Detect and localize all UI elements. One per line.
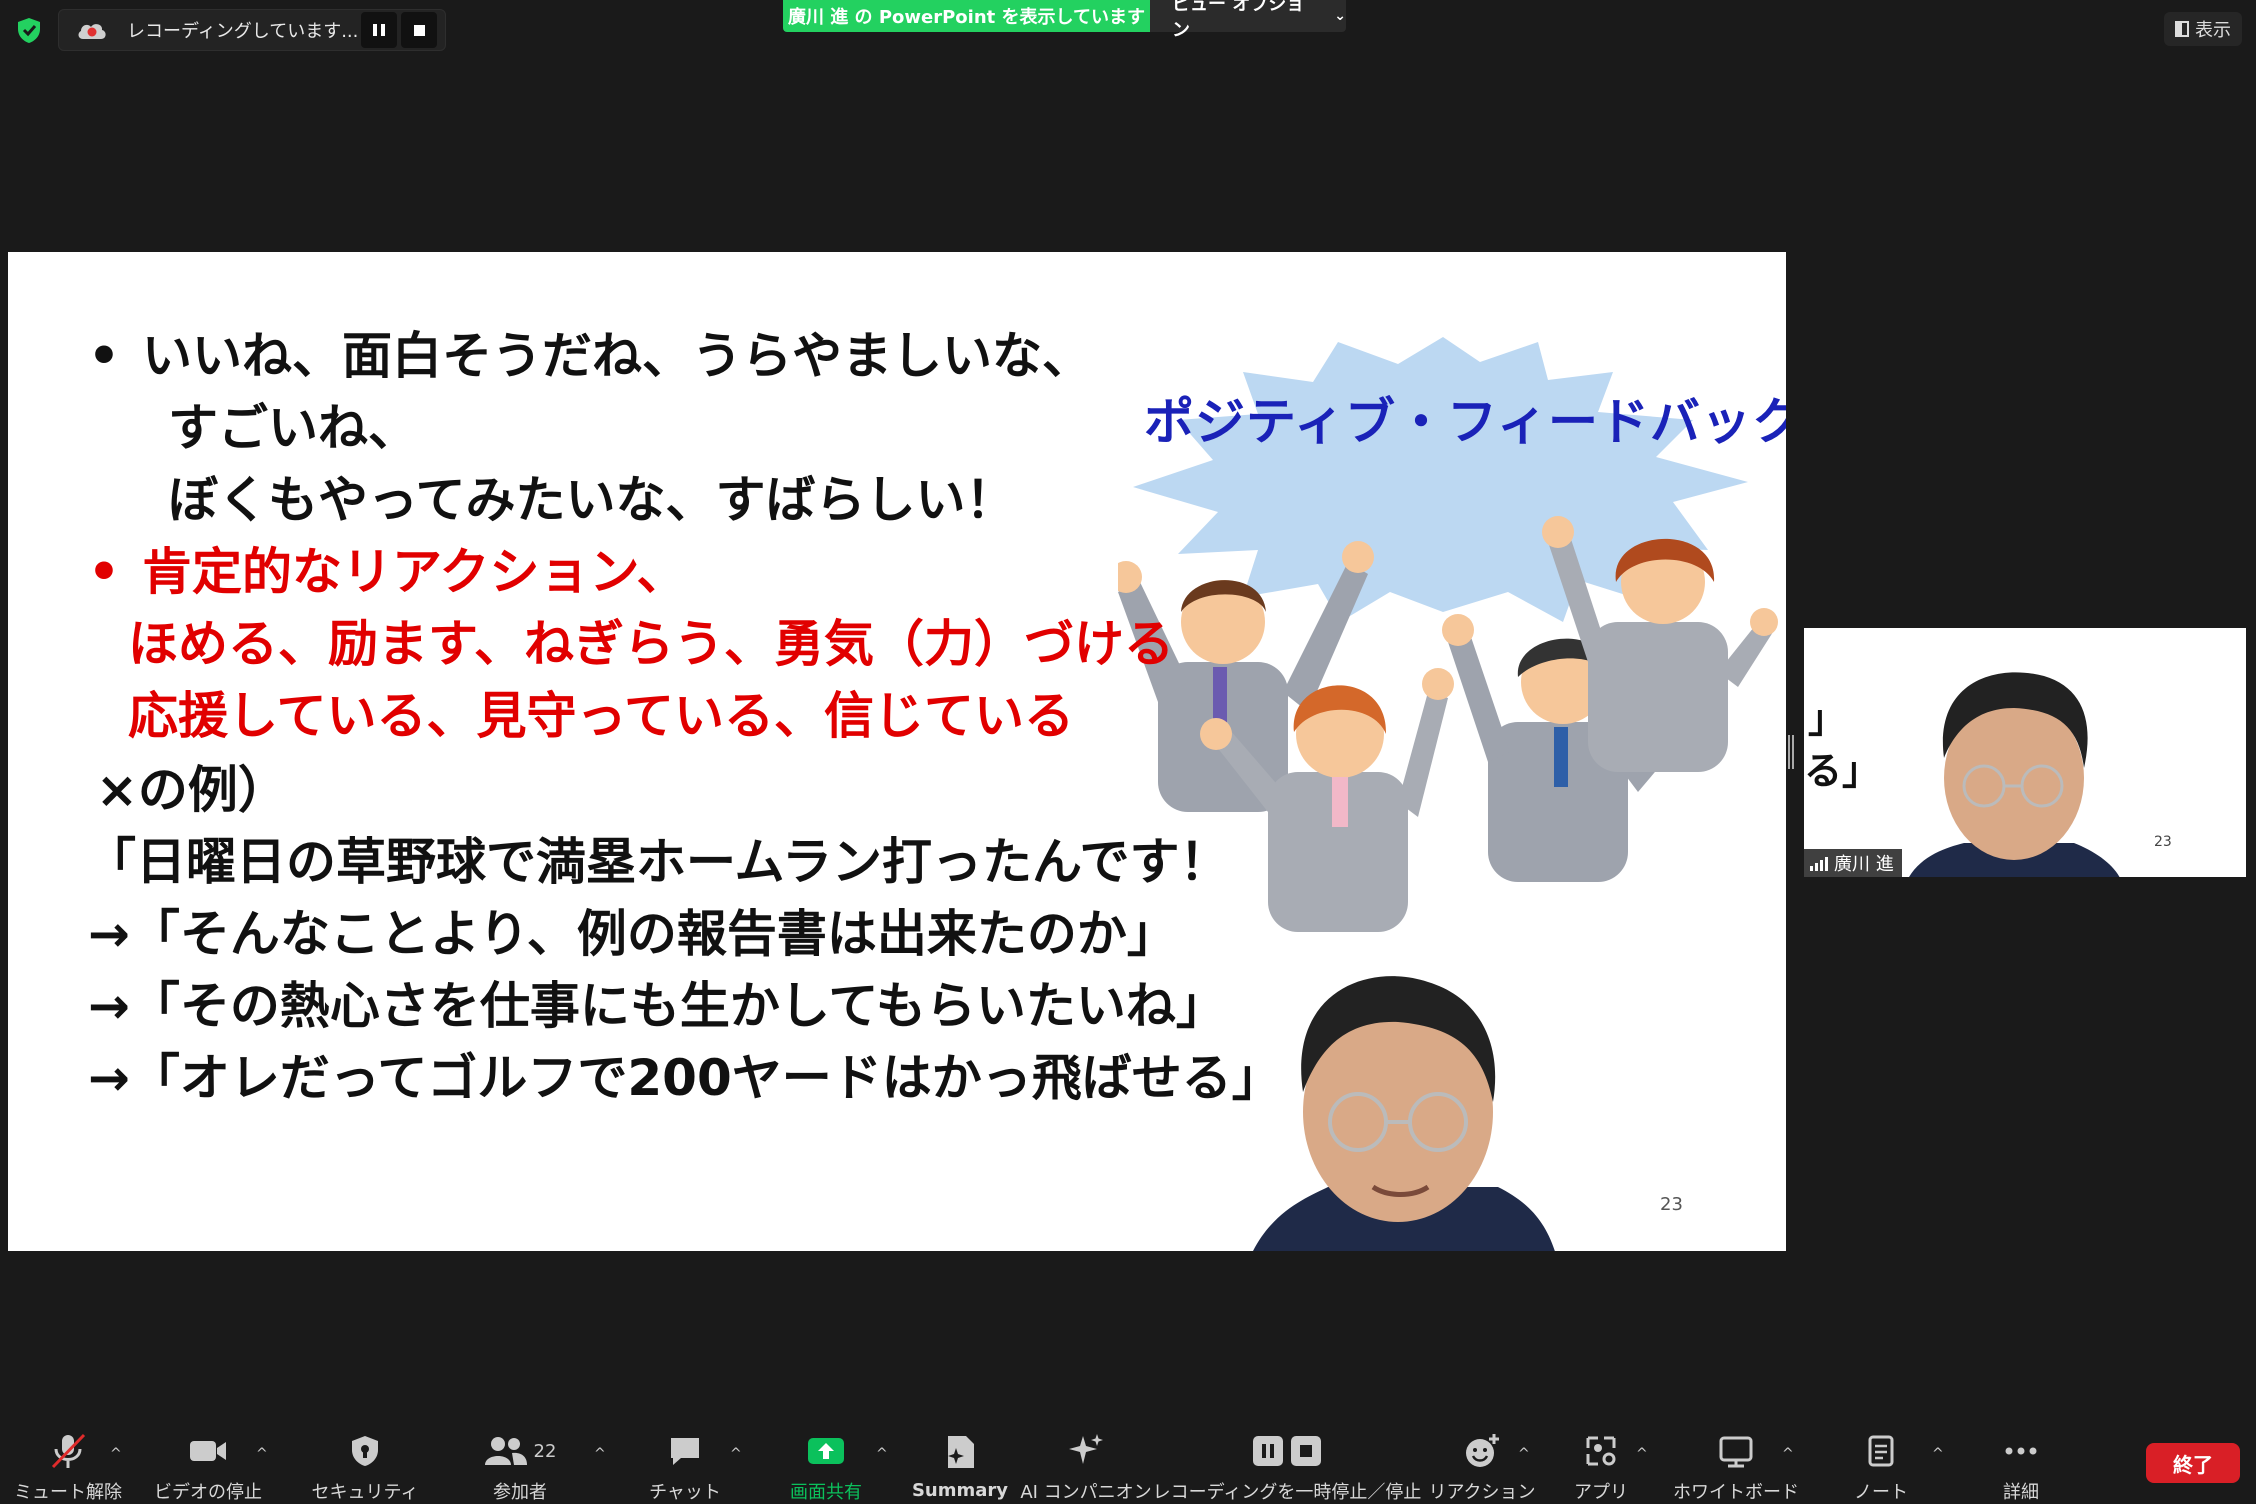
stop-video-label: ビデオの停止 [154, 1482, 262, 1503]
pause-recording-button[interactable] [361, 12, 397, 48]
notes-icon [1868, 1435, 1894, 1467]
bullet-red: • [88, 543, 120, 601]
apps-icon [1586, 1436, 1616, 1466]
recording-indicator: レコーディングしています... [58, 9, 446, 51]
more-button[interactable]: 詳細 [1976, 1408, 2066, 1504]
sidebar-view-icon [2175, 21, 2189, 37]
audio-options-caret[interactable]: ^ [110, 1446, 122, 1462]
ai-companion-button[interactable]: AI コンパニオン [1020, 1408, 1152, 1504]
meeting-toolbar: ミュート解除 ^ ビデオの停止 ^ セキュリティ 22 参加者 ^ チャット ^… [0, 1408, 2256, 1504]
slide-text-line-red: ほめる、励ます、ねぎらう、勇気（力）づける [128, 615, 1174, 673]
share-options-caret[interactable]: ^ [876, 1446, 888, 1462]
reactions-label: リアクション [1428, 1482, 1536, 1503]
participant-video [1909, 672, 2120, 877]
slide-text-line: →「その熱心さを仕事にも生かしてもらいたいね」 [88, 977, 1226, 1035]
share-screen-icon [808, 1438, 844, 1464]
participant-name-tag: 廣川 進 [1804, 849, 1902, 877]
thumbnail-slide-text: 」 [1808, 697, 1847, 741]
summary-document-icon [948, 1436, 974, 1468]
slide-text-line: ぼくもやってみたいな、すばらしい！ [168, 471, 1016, 529]
shared-slide: ポジティブ・フィードバック • いいね、面白そうだね、うらやましいな、 すごいね… [8, 252, 1786, 1251]
ai-companion-label: AI コンパニオン [1020, 1482, 1152, 1503]
apps-options-caret[interactable]: ^ [1636, 1446, 1648, 1462]
slide-number: 23 [1660, 1194, 1683, 1215]
pause-stop-recording-label: レコーディングを一時停止／停止 [1152, 1482, 1422, 1503]
summary-button[interactable]: Summary [910, 1408, 1010, 1504]
apps-label: アプリ [1574, 1482, 1628, 1503]
whiteboard-label: ホワイトボード [1673, 1482, 1799, 1503]
stop-recording-button[interactable] [401, 12, 437, 48]
view-options-button[interactable]: ビュー オプション ⌄ [1150, 0, 1346, 41]
chat-bubble-icon [671, 1438, 699, 1465]
notes-button[interactable]: ノート [1836, 1408, 1926, 1504]
view-options-label: ビュー オプション [1172, 0, 1305, 41]
slide-text-line-red: 応援している、見守っている、信じている [128, 687, 1074, 745]
reactions-options-caret[interactable]: ^ [1518, 1446, 1530, 1462]
chat-options-caret[interactable]: ^ [730, 1446, 742, 1462]
apps-button[interactable]: アプリ [1556, 1408, 1646, 1504]
reaction-smiley-icon [1466, 1434, 1499, 1467]
microphone-muted-icon [51, 1433, 86, 1469]
security-button[interactable]: セキュリティ [310, 1408, 420, 1504]
slide-text-line: 「日曜日の草野球で満塁ホームラン打ったんです！ [86, 833, 1230, 891]
share-screen-button[interactable]: 画面共有 [776, 1408, 876, 1504]
cloud-recording-icon [78, 24, 106, 39]
summary-label: Summary [911, 1480, 1009, 1501]
recording-controls-icon [1253, 1436, 1321, 1466]
burst-title: ポジティブ・フィードバック [1144, 393, 1786, 451]
security-shield-icon[interactable] [14, 15, 44, 45]
signal-strength-icon [1810, 855, 1828, 871]
participants-options-caret[interactable]: ^ [594, 1446, 606, 1462]
unmute-button[interactable]: ミュート解除 [12, 1408, 124, 1504]
recording-status-text: レコーディングしています... [127, 21, 359, 42]
slide-text-line: いいね、面白そうだね、うらやましいな、 [142, 327, 1092, 385]
end-meeting-button[interactable]: 終了 [2146, 1443, 2240, 1483]
slide-text-line: ×の例） [96, 761, 288, 819]
display-button[interactable]: 表示 [2164, 12, 2242, 46]
chat-label: チャット [649, 1482, 721, 1503]
presenter-video-cutout [1253, 976, 1555, 1251]
participant-count: 22 [533, 1440, 557, 1462]
video-camera-icon [190, 1441, 226, 1461]
share-screen-label: 画面共有 [790, 1482, 862, 1503]
chevron-down-icon: ⌄ [1334, 8, 1346, 24]
ai-sparkle-icon [1069, 1434, 1103, 1464]
security-label: セキュリティ [311, 1482, 419, 1503]
participants-button[interactable]: 22 参加者 [470, 1408, 570, 1504]
chat-button[interactable]: チャット [640, 1408, 730, 1504]
bullet-black: • [88, 327, 120, 385]
panel-resize-handle[interactable] [1788, 735, 1794, 769]
stop-video-button[interactable]: ビデオの停止 [150, 1408, 266, 1504]
more-label: 詳細 [2003, 1482, 2039, 1503]
slide-text-line: すごいね、 [168, 399, 418, 457]
video-options-caret[interactable]: ^ [256, 1446, 268, 1462]
whiteboard-icon [1719, 1436, 1753, 1468]
notes-options-caret[interactable]: ^ [1932, 1446, 1944, 1462]
shield-icon [352, 1436, 378, 1466]
thumbnail-slide-text: る」 [1804, 749, 1881, 793]
notes-label: ノート [1854, 1482, 1908, 1503]
pause-icon [373, 24, 385, 36]
whiteboard-options-caret[interactable]: ^ [1782, 1446, 1794, 1462]
pause-stop-recording-button[interactable]: レコーディングを一時停止／停止 [1153, 1408, 1421, 1504]
more-dots-icon [2005, 1447, 2037, 1455]
reactions-button[interactable]: リアクション [1428, 1408, 1536, 1504]
participant-name: 廣川 進 [1834, 854, 1894, 875]
participants-label: 参加者 [493, 1482, 547, 1503]
screen-share-banner: 廣川 進 の PowerPoint を表示しています [783, 0, 1150, 32]
participant-video-thumbnail[interactable]: 」 る」 23 廣川 進 [1804, 628, 2246, 877]
unmute-label: ミュート解除 [14, 1482, 122, 1503]
stop-icon [413, 24, 425, 36]
slide-text-line: →「オレだってゴルフで200ヤードはかっ飛ばせる」 [88, 1049, 1282, 1107]
cheering-business-people-illustration [1118, 516, 1778, 932]
slide-text-line-red: 肯定的なリアクション、 [142, 543, 687, 601]
slide-text-line: →「そんなことより、例の報告書は出来たのか」 [88, 905, 1177, 963]
whiteboard-button[interactable]: ホワイトボード [1673, 1408, 1799, 1504]
display-button-label: 表示 [2195, 20, 2231, 41]
thumbnail-slide-number: 23 [2154, 834, 2172, 850]
participants-icon [484, 1437, 527, 1465]
